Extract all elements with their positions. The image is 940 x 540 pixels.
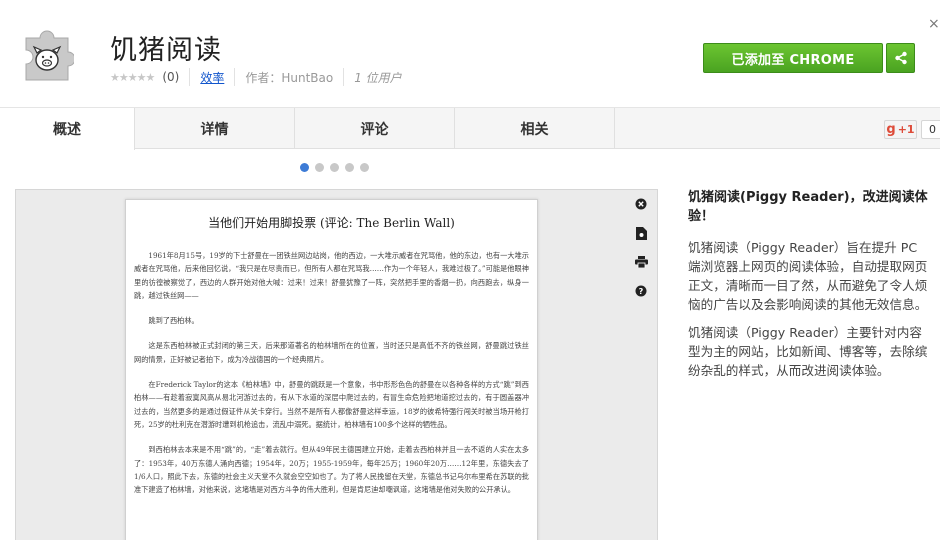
close-circle-icon[interactable]	[633, 196, 649, 212]
divider	[234, 68, 236, 86]
reader-page: 当他们开始用脚投票 (评论: The Berlin Wall) 1961年8月1…	[125, 199, 538, 540]
carousel-dot[interactable]	[330, 163, 339, 172]
carousel-dot[interactable]	[315, 163, 324, 172]
meta-row: ★★★★★ (0) 效率 作者：HuntBao 1 位用户	[110, 68, 402, 86]
carousel-dot[interactable]	[300, 163, 309, 172]
article-paragraph: 这是东西柏林被正式封闭的第三天，后来那道著名的柏林墙所在的位置，当时还只是高低不…	[134, 341, 529, 364]
article-paragraph: 跳到了西柏林。	[148, 316, 199, 326]
item-header: 饥猪阅读 ★★★★★ (0) 效率 作者：HuntBao 1 位用户 × 已添加…	[0, 0, 940, 108]
description-paragraph: 饥猪阅读（Piggy Reader）旨在提升 PC 端浏览器上网页的阅读体验，自…	[688, 240, 928, 312]
carousel-dot[interactable]	[345, 163, 354, 172]
tab-details[interactable]: 详情	[135, 108, 295, 149]
svg-text:?: ?	[639, 287, 644, 296]
print-icon[interactable]	[633, 254, 649, 270]
reader-toolbar: ?	[633, 196, 649, 299]
carousel-dots	[300, 163, 369, 172]
share-button[interactable]	[886, 43, 915, 73]
description-panel: 饥猪阅读(Piggy Reader)，改进阅读体验！ 饥猪阅读（Piggy Re…	[688, 188, 932, 389]
tab-bar: 概述 详情 评论 相关	[0, 108, 940, 150]
rating-stars-icon: ★★★★★	[110, 70, 155, 84]
screenshot-preview[interactable]: 当他们开始用脚投票 (评论: The Berlin Wall) 1961年8月1…	[15, 189, 658, 540]
divider	[189, 68, 191, 86]
gplus-label: +1	[897, 123, 915, 136]
carousel-dot[interactable]	[360, 163, 369, 172]
help-icon[interactable]: ?	[633, 283, 649, 299]
add-to-chrome-button[interactable]: 已添加至 CHROME	[703, 43, 883, 73]
article-paragraph: 到西柏林去本来是不用“跳”的，“走”着去就行。但从49年民主德国建立开始，走着去…	[134, 445, 529, 495]
description-paragraph: 饥猪阅读（Piggy Reader）主要针对内容型为主的网站，比如新闻、博客等，…	[688, 325, 928, 378]
divider	[343, 68, 345, 86]
save-document-icon[interactable]	[633, 225, 649, 241]
description-heading: 饥猪阅读(Piggy Reader)，改进阅读体验！	[688, 190, 928, 224]
gplus-button[interactable]: g +1	[884, 120, 917, 139]
app-icon	[20, 26, 76, 84]
gplus-icon: g	[886, 122, 896, 137]
article-title: 当他们开始用脚投票 (评论: The Berlin Wall)	[208, 216, 455, 230]
close-icon[interactable]: ×	[928, 16, 940, 32]
tab-reviews[interactable]: 评论	[295, 108, 455, 149]
tab-overview[interactable]: 概述	[0, 108, 135, 150]
article-paragraph: 在Frederick Taylor的这本《柏林墙》中，舒曼的跳跃是一个意象，书中…	[134, 380, 529, 429]
rating-count: (0)	[162, 70, 180, 84]
user-count: 1 位用户	[354, 70, 402, 85]
category-link[interactable]: 效率	[200, 69, 224, 86]
gplus-count: 0	[921, 120, 940, 139]
share-icon	[894, 51, 907, 65]
tab-related[interactable]: 相关	[455, 108, 615, 149]
article-paragraph: 1961年8月15号，19岁的下士舒曼在一团铁丝网边站岗，他的西边，一大堆示威者…	[134, 251, 529, 300]
author-text: 作者：HuntBao	[245, 70, 334, 85]
app-title: 饥猪阅读	[110, 35, 222, 66]
